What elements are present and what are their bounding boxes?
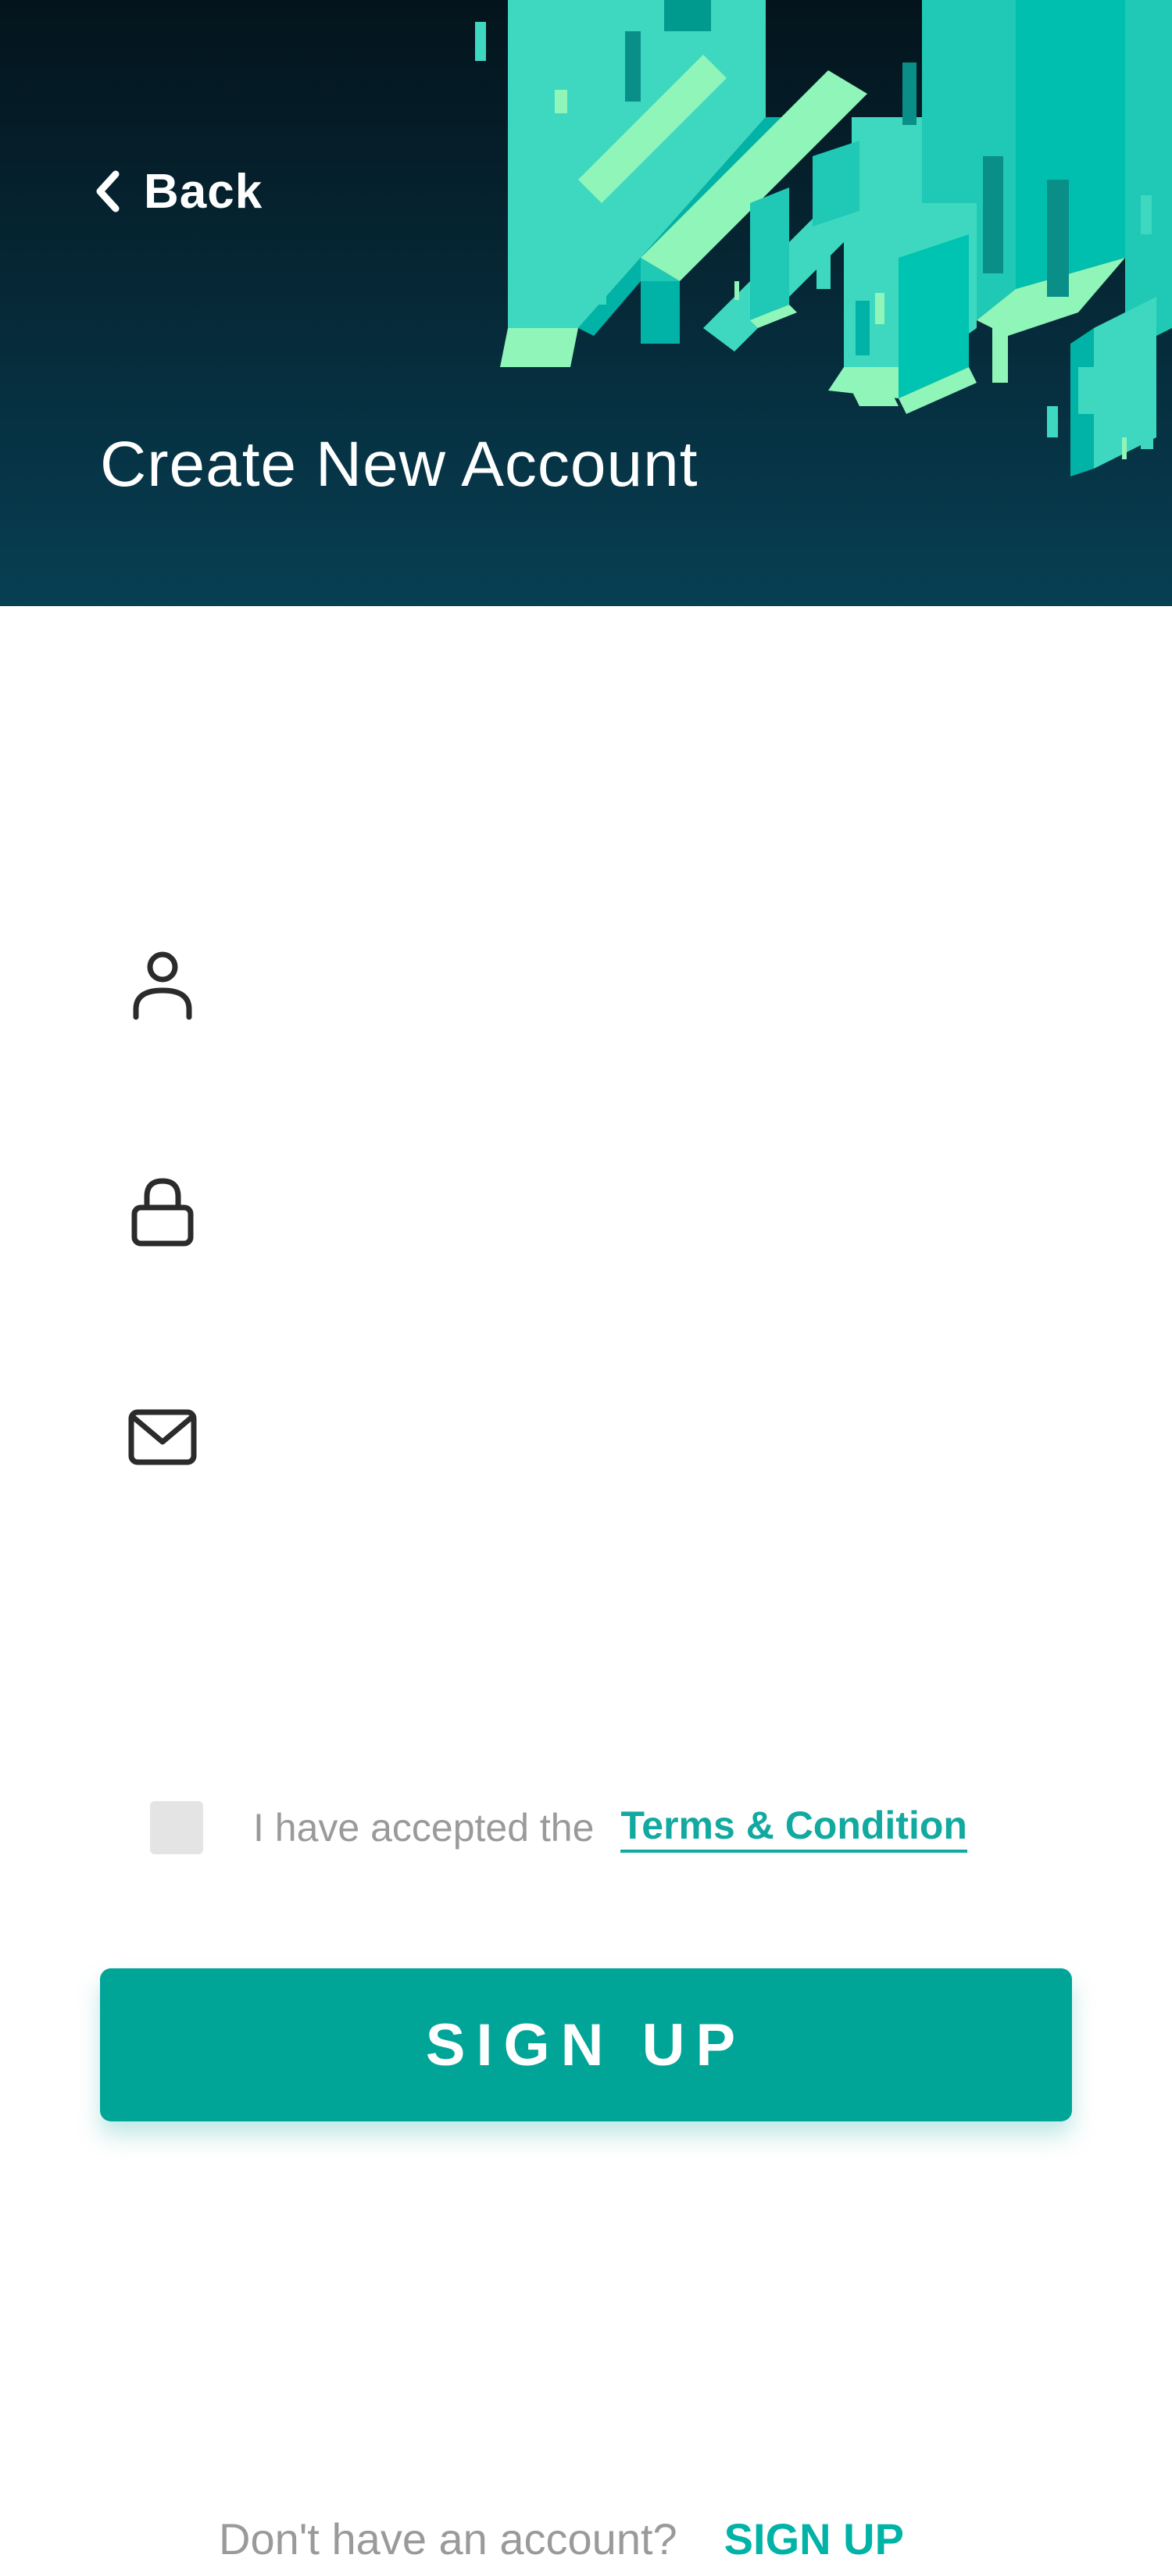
terms-text: I have accepted the — [253, 1806, 595, 1850]
password-input[interactable] — [247, 1171, 953, 1251]
email-input[interactable] — [247, 1397, 953, 1477]
terms-row: I have accepted the Terms & Condition — [150, 1796, 967, 1859]
page-title: Create New Account — [100, 429, 699, 500]
password-field[interactable] — [100, 1164, 1072, 1258]
header-banner: Back Create New Account — [0, 0, 1172, 606]
email-field[interactable] — [100, 1390, 1072, 1484]
footer-text: Don't have an account? — [219, 2514, 677, 2564]
back-button[interactable]: Back — [92, 156, 263, 227]
mail-icon — [128, 1409, 197, 1465]
chevron-left-icon — [96, 170, 120, 212]
terms-checkbox[interactable] — [150, 1801, 203, 1854]
signup-button-label: SIGN UP — [425, 2011, 747, 2078]
footer-signup-link[interactable]: SIGN UP — [724, 2514, 904, 2564]
footer-signup-prompt: Don't have an account? SIGN UP — [219, 2514, 1000, 2576]
back-label: Back — [144, 164, 263, 219]
terms-link[interactable]: Terms & Condition — [620, 1803, 967, 1853]
decorative-crystal-art — [475, 0, 1172, 476]
username-field[interactable] — [100, 937, 1072, 1031]
signup-button[interactable]: SIGN UP — [100, 1968, 1072, 2121]
lock-icon — [131, 1178, 194, 1247]
username-input[interactable] — [247, 944, 953, 1024]
user-icon — [133, 951, 192, 1020]
